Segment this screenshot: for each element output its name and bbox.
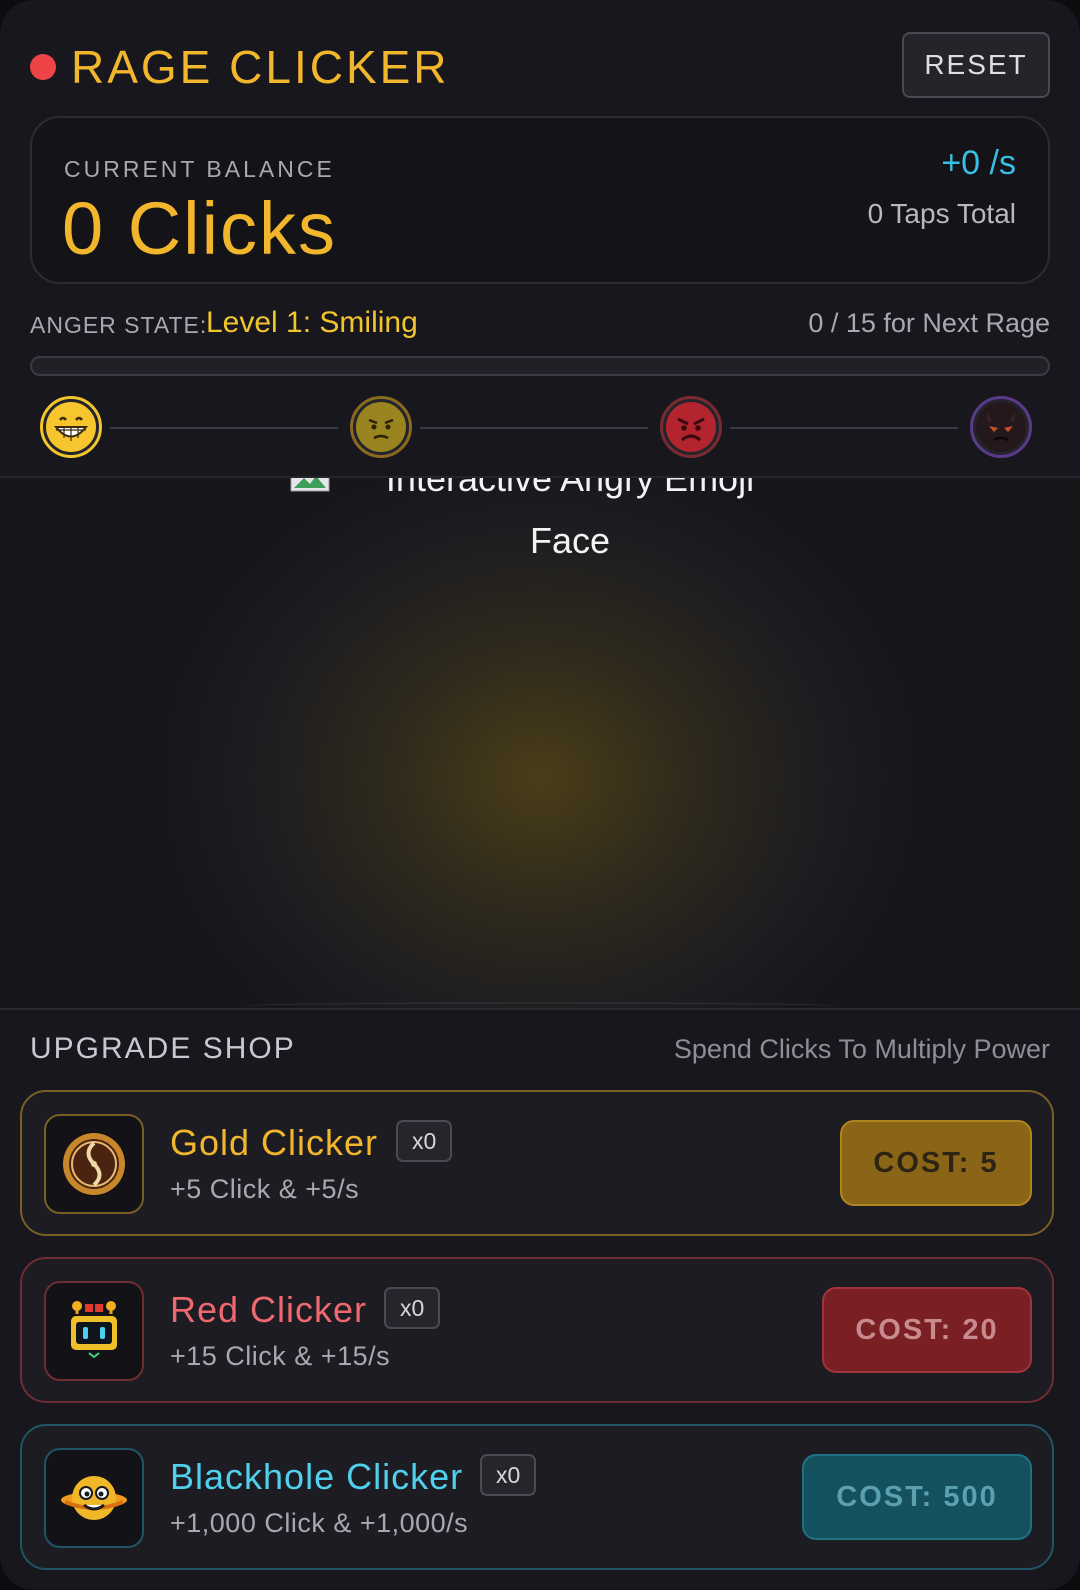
divider <box>0 1008 1080 1010</box>
item-count-badge: x0 <box>480 1454 537 1496</box>
emoji-alt-text: Interactive Angry Emoji Face <box>385 478 755 561</box>
taps-total: 0 Taps Total <box>867 198 1016 229</box>
planet-face-icon <box>44 1448 144 1548</box>
buy-gold-clicker-button[interactable]: COST: 5 <box>840 1120 1032 1206</box>
item-description: +1,000 Click & +1,000/s <box>170 1508 469 1538</box>
anger-state-value: Level 1: Smiling <box>206 306 418 339</box>
gold-coin-icon <box>44 1114 144 1214</box>
anger-state-label: ANGER STATE: <box>30 312 208 338</box>
anger-stages <box>40 396 1040 458</box>
stage-connector <box>730 427 958 429</box>
robot-icon <box>44 1281 144 1381</box>
rage-progress-bar <box>30 356 1050 376</box>
demon-face-icon <box>970 396 1032 458</box>
item-description: +15 Click & +15/s <box>170 1341 391 1371</box>
angry-face-icon <box>660 396 722 458</box>
shop-subtitle: Spend Clicks To Multiply Power <box>673 1034 1050 1064</box>
shop-item-blackhole-clicker[interactable]: Blackhole Clicker x0 +1,000 Click & +1,0… <box>20 1424 1054 1570</box>
item-count-badge: x0 <box>396 1120 453 1162</box>
shop-title: UPGRADE SHOP <box>30 1032 296 1065</box>
status-dot-icon <box>30 54 56 80</box>
app-title: RAGE CLICKER <box>71 41 450 93</box>
buy-red-clicker-button[interactable]: COST: 20 <box>822 1287 1032 1373</box>
balance-value: 0 Clicks <box>62 187 338 270</box>
app-container: RAGE CLICKER RESET CURRENT BALANCE 0 Cli… <box>0 0 1080 1590</box>
item-name: Blackhole Clicker <box>170 1456 464 1497</box>
balance-card: CURRENT BALANCE 0 Clicks +0 /s 0 Taps To… <box>30 116 1050 284</box>
buy-blackhole-clicker-button[interactable]: COST: 500 <box>802 1454 1032 1540</box>
emoji-tap-area[interactable]: Interactive Angry Emoji Face <box>0 478 1080 1008</box>
shop-item-gold-clicker[interactable]: Gold Clicker x0 +5 Click & +5/s COST: 5 <box>20 1090 1054 1236</box>
item-name: Red Clicker <box>170 1289 368 1330</box>
clicks-per-second: +0 /s <box>941 144 1016 182</box>
item-description: +5 Click & +5/s <box>170 1174 360 1204</box>
reset-button[interactable]: RESET <box>902 32 1050 98</box>
shop-item-red-clicker[interactable]: Red Clicker x0 +15 Click & +15/s COST: 2… <box>20 1257 1054 1403</box>
stage-connector <box>110 427 338 429</box>
balance-label: CURRENT BALANCE <box>64 156 335 182</box>
broken-image-icon <box>290 478 330 492</box>
item-name: Gold Clicker <box>170 1122 379 1163</box>
item-count-badge: x0 <box>384 1287 441 1329</box>
header: RAGE CLICKER RESET <box>30 32 1050 98</box>
next-rage-progress-text: 0 / 15 for Next Rage <box>808 308 1050 338</box>
grinning-face-icon <box>40 396 102 458</box>
annoyed-face-icon <box>350 396 412 458</box>
stage-connector <box>420 427 648 429</box>
emoji-image[interactable]: Interactive Angry Emoji Face <box>0 478 1080 572</box>
